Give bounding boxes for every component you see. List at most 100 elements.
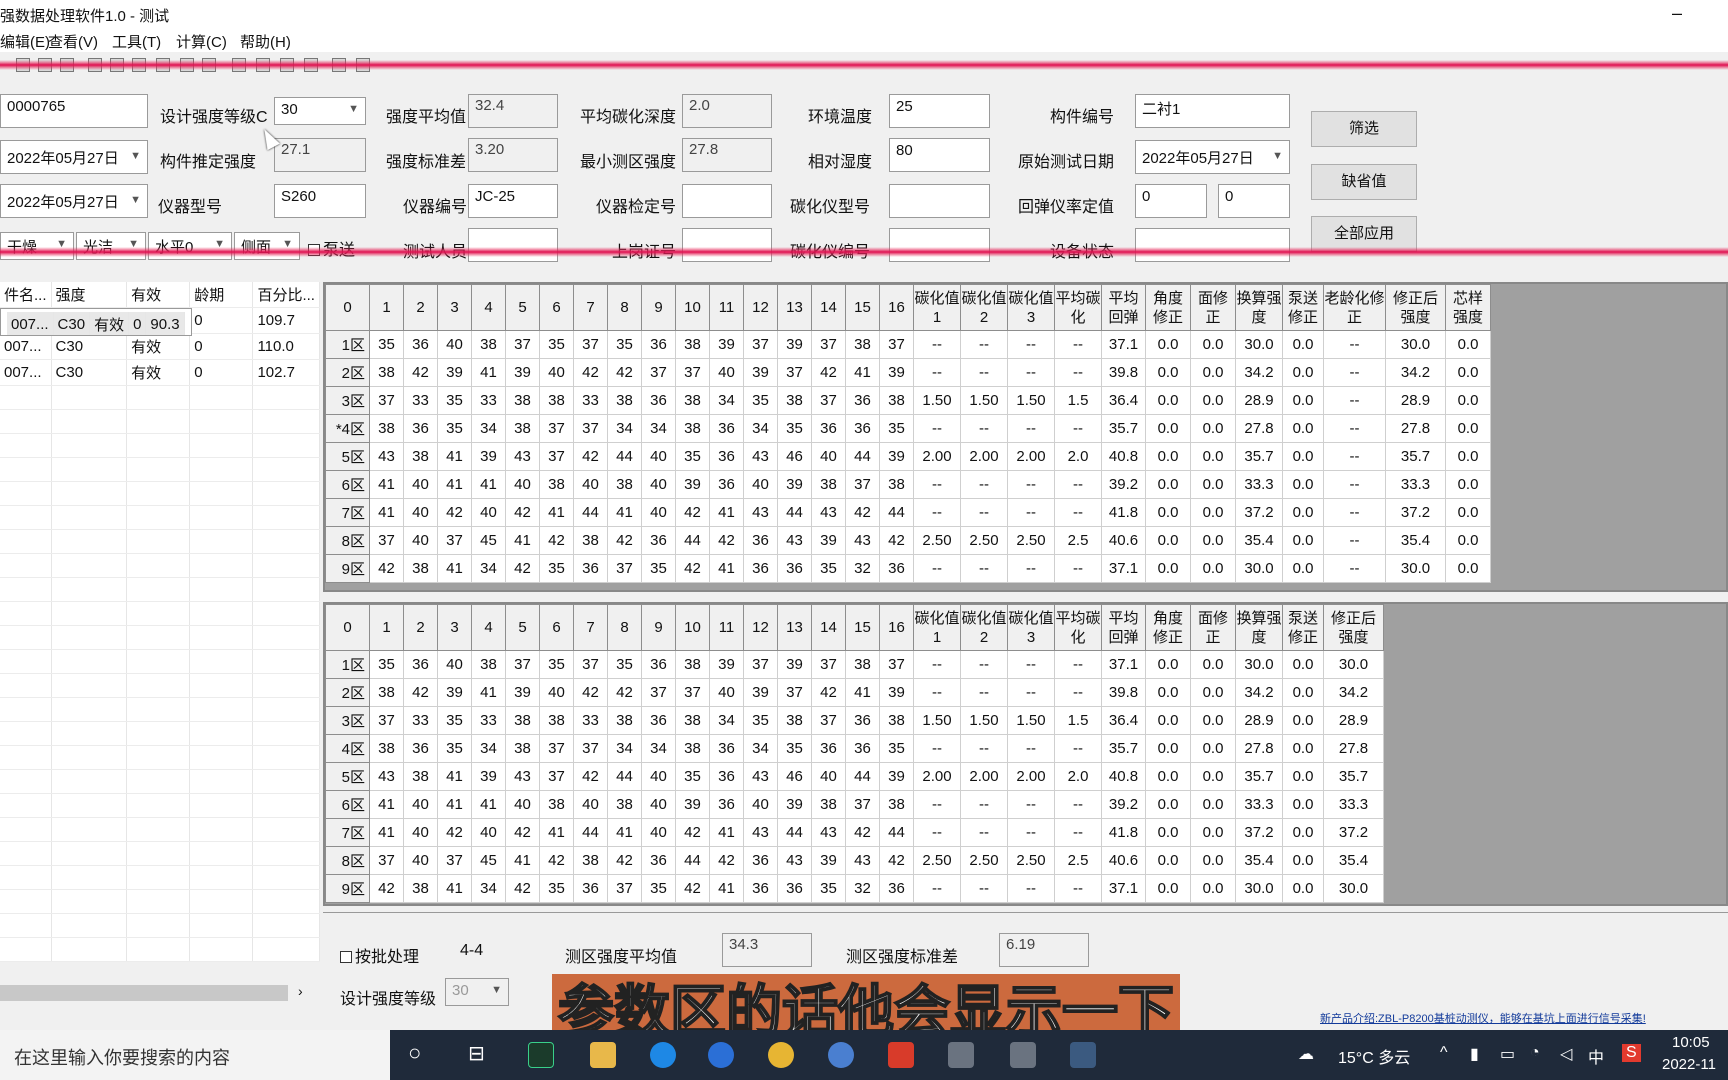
grid-cell[interactable]: 35.4 [1235,846,1283,875]
row-header[interactable]: 5区 [325,442,370,471]
grid-header-cell[interactable]: 16 [879,284,914,331]
grid-cell[interactable]: 39 [709,330,744,359]
grid-cell[interactable]: 2.50 [1007,526,1055,555]
grid-header-cell[interactable]: 13 [777,284,812,331]
grid-cell[interactable]: 39 [505,678,540,707]
grid-cell[interactable]: 37.1 [1101,554,1146,583]
grid-cell[interactable]: 35 [539,650,574,679]
grid-cell[interactable]: 30.0 [1235,330,1283,359]
grid-cell[interactable]: 27.8 [1323,734,1384,763]
grid-cell[interactable]: 43 [505,762,540,791]
grid-cell[interactable]: 2.00 [960,762,1008,791]
table-row[interactable]: 7区 41 40 42 40 42 41 44 41 40 42 41 43 44 43 42 44 -- -- --… [325,818,1384,847]
grid-cell[interactable]: 0.0 [1282,818,1324,847]
grid-cell[interactable]: 0.0 [1282,442,1324,471]
grid-header-cell[interactable]: 14 [811,284,846,331]
grid-cell[interactable]: 35 [539,330,574,359]
grid-cell[interactable]: 42 [675,818,710,847]
grid-cell[interactable]: 2.0 [1054,442,1102,471]
grid-cell[interactable]: 1.50 [1007,706,1055,735]
carbon-model-field[interactable] [889,184,990,218]
grid-cell[interactable]: 42 [573,678,608,707]
menu-help[interactable]: 帮助(H) [240,31,291,52]
list-item[interactable]: 007... C30 有效 0 110.0 [0,333,320,360]
list-header-cell[interactable]: 有效 [126,282,191,308]
grid-cell[interactable]: 37 [811,386,846,415]
grid-cell[interactable]: 39 [879,442,914,471]
table-row[interactable]: 5区 43 38 41 39 43 37 42 44 40 35 36 43 46 40 44 39 2.00 2.… [325,762,1384,791]
grid-cell[interactable]: 36.4 [1101,386,1146,415]
grid-cell[interactable]: 38 [675,706,710,735]
grid-cell[interactable]: 42 [675,874,710,903]
grid-cell[interactable]: 0.0 [1282,554,1324,583]
grid-cell[interactable]: -- [960,554,1008,583]
grid-cell[interactable]: 28.9 [1323,706,1384,735]
grid-cell[interactable]: 42 [437,498,472,527]
grid-cell[interactable]: 42 [505,498,540,527]
row-header[interactable]: 2区 [325,358,370,387]
grid-cell[interactable]: 42 [675,498,710,527]
grid-cell[interactable]: 40 [539,678,574,707]
grid-cell[interactable]: 0.0 [1190,554,1236,583]
grid-header-cell[interactable]: 3 [437,284,472,331]
grid-cell[interactable]: 39 [675,470,710,499]
grid-cell[interactable]: 0.0 [1190,818,1236,847]
grid-header-cell[interactable]: 碳化值3 [1007,284,1055,331]
grid-cell[interactable]: -- [913,554,961,583]
grid-cell[interactable]: 36 [641,526,676,555]
grid-cell[interactable]: 41 [505,526,540,555]
grid-cell[interactable]: 40 [641,790,676,819]
row-header[interactable]: 6区 [325,790,370,819]
grid-cell[interactable]: 40 [709,678,744,707]
grid-cell[interactable]: 38 [471,650,506,679]
grid-cell[interactable]: 0.0 [1190,706,1236,735]
grid-cell[interactable]: 39 [743,678,778,707]
grid-cell[interactable]: 0.0 [1282,498,1324,527]
grid-cell[interactable]: 40 [403,526,438,555]
row-header[interactable]: 8区 [325,526,370,555]
grid-cell[interactable]: 35 [437,414,472,443]
grid-cell[interactable]: 34 [471,414,506,443]
env-temp-field[interactable]: 25 [889,94,990,128]
grid-header-cell[interactable]: 10 [675,284,710,331]
grid-cell[interactable]: 0.0 [1145,358,1191,387]
date1-select[interactable]: 2022年05月27日 ▼ [0,140,148,174]
clock-date[interactable]: 2022-11 [1662,1056,1716,1073]
bottom-data-grid[interactable]: 0 1 2 3 4 5 6 7 8 9 10 11 12 13 14 15 16 碳化值1 碳化值2 碳化值3 平均碳化… [325,604,1384,903]
grid-cell[interactable]: 36 [709,414,744,443]
grid-cell[interactable]: 35.7 [1323,762,1384,791]
grid-cell[interactable]: 0.0 [1145,874,1191,903]
grid-cell[interactable]: 43 [811,498,846,527]
grid-cell[interactable]: 35 [777,414,812,443]
grid-cell[interactable]: 1.50 [960,386,1008,415]
grid-cell[interactable]: 40 [437,330,472,359]
grid-cell[interactable]: 44 [777,498,812,527]
grid-cell[interactable]: 0.0 [1445,414,1491,443]
grid-cell[interactable]: 0.0 [1145,442,1191,471]
grid-cell[interactable]: 0.0 [1282,678,1324,707]
grid-cell[interactable]: 42 [403,678,438,707]
grid-cell[interactable]: 39 [709,650,744,679]
grid-cell[interactable]: 37 [811,650,846,679]
grid-cell[interactable]: 2.50 [960,526,1008,555]
grid-cell[interactable]: 0.0 [1282,874,1324,903]
grid-header-cell[interactable]: 10 [675,604,710,651]
grid-cell[interactable]: 44 [675,846,710,875]
grid-cell[interactable]: -- [1007,358,1055,387]
grid-cell[interactable]: 34 [607,414,642,443]
grid-cell[interactable]: 37 [743,330,778,359]
grid-cell[interactable]: 38 [539,470,574,499]
scroll-right-arrow-icon[interactable]: › [298,983,303,999]
grid-cell[interactable]: 35 [369,330,404,359]
grid-cell[interactable]: 35.7 [1235,442,1283,471]
grid-cell[interactable]: 2.50 [1007,846,1055,875]
grid-cell[interactable]: 40.8 [1101,442,1146,471]
grid-cell[interactable]: 2.50 [960,846,1008,875]
menu-view[interactable]: 查看(V) [48,31,98,52]
grid-cell[interactable]: 27.8 [1235,414,1283,443]
grid-cell[interactable]: -- [1323,386,1386,415]
row-header[interactable]: 4区 [325,734,370,763]
grid-cell[interactable]: 30.0 [1235,874,1283,903]
grid-cell[interactable]: 38 [471,330,506,359]
row-header[interactable]: 1区 [325,650,370,679]
